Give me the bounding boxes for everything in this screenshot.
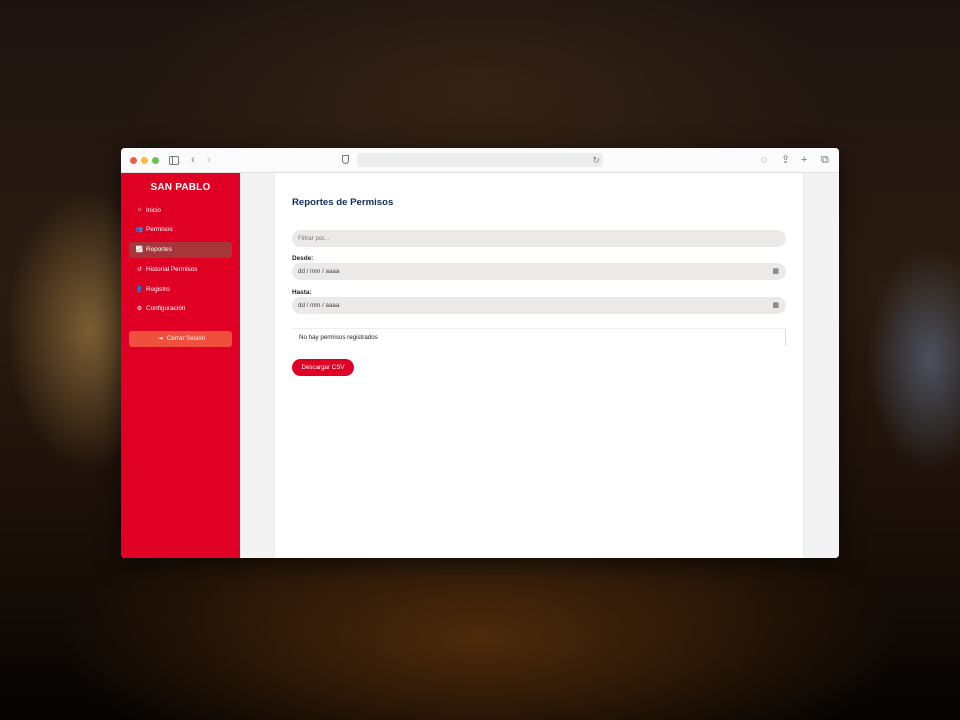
chart-icon: 📈 — [135, 247, 144, 254]
sidebar-item-permisos[interactable]: 👥 Permisos — [129, 222, 232, 238]
sidebar-item-label: Configuración — [146, 305, 186, 313]
sidebar-item-historial-permisos[interactable]: ↺ Historial Permisos — [129, 261, 232, 277]
maximize-window-button[interactable] — [152, 157, 159, 164]
main-area: Reportes de Permisos Filtrar por... Desd… — [240, 173, 839, 558]
sign-out-icon: ⇥ — [157, 336, 163, 343]
gear-icon: ⚙ — [136, 306, 143, 313]
share-icon[interactable]: ⇪ — [781, 153, 790, 167]
brand-title: SAN PABLO — [150, 182, 211, 193]
downloads-icon[interactable]: ◌ — [761, 153, 768, 167]
sidebar-item-configuracion[interactable]: ⚙ Configuración — [129, 301, 232, 317]
browser-toolbar: ‹ › ↻ ◌ ⇪ + ⧉ — [121, 148, 839, 173]
address-bar[interactable]: ↻ — [357, 153, 603, 167]
sidebar-item-reportes[interactable]: 📈 Reportes — [129, 241, 232, 258]
sidebar-item-label: Inicio — [146, 206, 161, 214]
browser-window: ‹ › ↻ ◌ ⇪ + ⧉ SAN PABLO ⌂ Inicio 👥 Permi… — [121, 148, 839, 558]
reports-card: Reportes de Permisos Filtrar por... Desd… — [275, 173, 803, 558]
desde-label: Desde: — [292, 255, 314, 262]
back-icon[interactable]: ‹ — [191, 153, 195, 167]
close-window-button[interactable] — [130, 157, 137, 164]
logout-button[interactable]: ⇥ Cerrar Sesión — [129, 330, 232, 347]
users-icon: 👥 — [135, 227, 144, 234]
sidebar-toggle-icon[interactable] — [169, 156, 179, 165]
download-csv-button[interactable]: Descargar CSV — [292, 359, 354, 376]
user-plus-icon: 👤 — [135, 286, 144, 293]
sidebar-item-registro[interactable]: 👤 Registro — [129, 281, 232, 297]
empty-table-message: No hay permisos registrados — [292, 328, 786, 346]
page-title: Reportes de Permisos — [292, 197, 394, 208]
reload-icon[interactable]: ↻ — [592, 153, 600, 167]
home-icon: ⌂ — [137, 207, 142, 213]
minimize-window-button[interactable] — [141, 157, 148, 164]
sidebar-item-label: Permisos — [146, 226, 173, 234]
sidebar-item-label: Historial Permisos — [146, 265, 198, 273]
calendar-icon[interactable]: ▦ — [772, 301, 779, 309]
new-tab-icon[interactable]: + — [801, 153, 807, 167]
calendar-icon[interactable]: ▦ — [772, 267, 779, 275]
logout-label: Cerrar Sesión — [166, 335, 206, 343]
desde-date-value: dd / mm / aaaa — [298, 268, 340, 275]
history-icon: ↺ — [136, 266, 143, 273]
hasta-date-input[interactable]: dd / mm / aaaa ▦ — [292, 297, 786, 314]
sidebar-nav: ⌂ Inicio 👥 Permisos 📈 Reportes ↺ Histori… — [121, 202, 240, 317]
sidebar-item-inicio[interactable]: ⌂ Inicio — [129, 202, 232, 218]
tab-overview-icon[interactable]: ⧉ — [821, 153, 829, 167]
hasta-label: Hasta: — [292, 289, 312, 296]
filter-input[interactable]: Filtrar por... — [292, 230, 786, 247]
sidebar-item-label: Registro — [146, 285, 170, 293]
sidebar-item-label: Reportes — [146, 246, 172, 254]
app: SAN PABLO ⌂ Inicio 👥 Permisos 📈 Reportes… — [121, 173, 839, 558]
forward-icon[interactable]: › — [207, 153, 211, 167]
privacy-shield-icon[interactable] — [342, 155, 349, 164]
sidebar: SAN PABLO ⌂ Inicio 👥 Permisos 📈 Reportes… — [121, 173, 240, 558]
hasta-date-value: dd / mm / aaaa — [298, 302, 340, 309]
desde-date-input[interactable]: dd / mm / aaaa ▦ — [292, 263, 786, 280]
